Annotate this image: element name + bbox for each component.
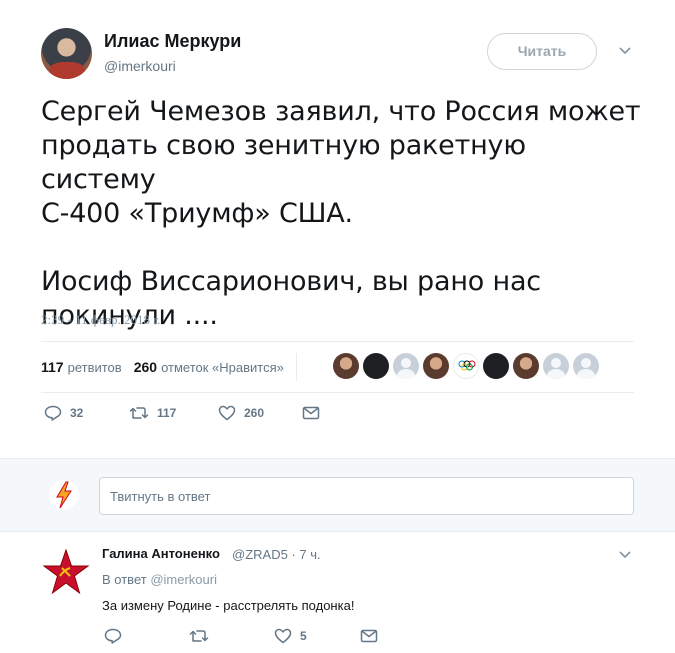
retweet-icon [189, 630, 209, 642]
likes-count[interactable]: 260 [134, 359, 157, 375]
envelope-icon [302, 406, 320, 420]
author-avatar[interactable] [41, 28, 92, 79]
reply-author-name[interactable]: Галина Антоненко [102, 546, 220, 561]
follow-button[interactable]: Читать [487, 33, 597, 70]
reply-text: За измену Родине - расстрелять подонка! [102, 598, 355, 613]
tweet-timestamp[interactable]: 2:39 - 11 февр. 2018 г. [41, 312, 160, 328]
reply-count: 32 [70, 406, 84, 420]
retweet-icon [129, 407, 149, 419]
tweet-actions: 32 117 260 [44, 405, 320, 421]
tweet-stats: 117 ретвитов 260 отметок «Нравится» [41, 352, 307, 382]
reply-action[interactable]: 32 [44, 405, 129, 421]
liker-avatar[interactable] [513, 353, 539, 379]
main-tweet: Илиас Меркури @imerkouri Читать Сергей Ч… [0, 0, 675, 458]
reply-icon [44, 405, 62, 421]
liker-avatar[interactable] [453, 353, 479, 379]
divider [295, 353, 297, 381]
liker-avatar[interactable] [423, 353, 449, 379]
heart-icon [218, 405, 236, 421]
like-action[interactable]: 5 [274, 628, 360, 644]
retweet-action[interactable]: 117 [129, 406, 218, 420]
olympic-rings-icon [458, 360, 476, 371]
chevron-down-icon[interactable] [618, 44, 632, 58]
liker-avatar[interactable] [483, 353, 509, 379]
liker-avatar[interactable] [543, 353, 569, 379]
chevron-down-icon[interactable] [618, 548, 632, 562]
tweet-text: Сергей Чемезов заявил, что Россия может … [41, 96, 641, 331]
like-count: 5 [300, 629, 307, 643]
in-reply-prefix: В ответ [102, 572, 147, 587]
liker-avatar[interactable] [333, 353, 359, 379]
reply-composer: Твитнуть в ответ [0, 458, 675, 532]
liker-avatar[interactable] [363, 353, 389, 379]
in-reply-handle[interactable]: @imerkouri [150, 572, 217, 587]
retweets-count[interactable]: 117 [41, 359, 64, 375]
envelope-icon [360, 629, 378, 643]
like-count: 260 [244, 406, 265, 420]
liker-avatars [333, 353, 599, 379]
reply-action[interactable] [104, 628, 189, 644]
reply-icon [104, 628, 122, 644]
retweet-action[interactable] [189, 629, 274, 643]
heart-icon [274, 628, 292, 644]
divider [41, 341, 634, 342]
reply-actions: 5 [104, 628, 378, 644]
liker-avatar[interactable] [393, 353, 419, 379]
retweets-label[interactable]: ретвитов [68, 360, 122, 375]
in-reply-to: В ответ @imerkouri [102, 572, 217, 587]
author-name[interactable]: Илиас Меркури [104, 31, 241, 52]
reply-input[interactable]: Твитнуть в ответ [99, 477, 634, 515]
reply-handle-time[interactable]: @ZRAD5 · 7 ч. [232, 547, 321, 562]
retweet-count: 117 [157, 406, 177, 420]
like-action[interactable]: 260 [218, 405, 302, 421]
reply-author-avatar[interactable] [42, 548, 90, 596]
author-handle[interactable]: @imerkouri [104, 58, 176, 74]
likes-label[interactable]: отметок «Нравится» [161, 360, 284, 375]
user-avatar[interactable] [48, 479, 80, 511]
direct-message-action[interactable] [360, 629, 378, 643]
liker-avatar[interactable] [573, 353, 599, 379]
divider [41, 392, 634, 393]
direct-message-action[interactable] [302, 406, 320, 420]
